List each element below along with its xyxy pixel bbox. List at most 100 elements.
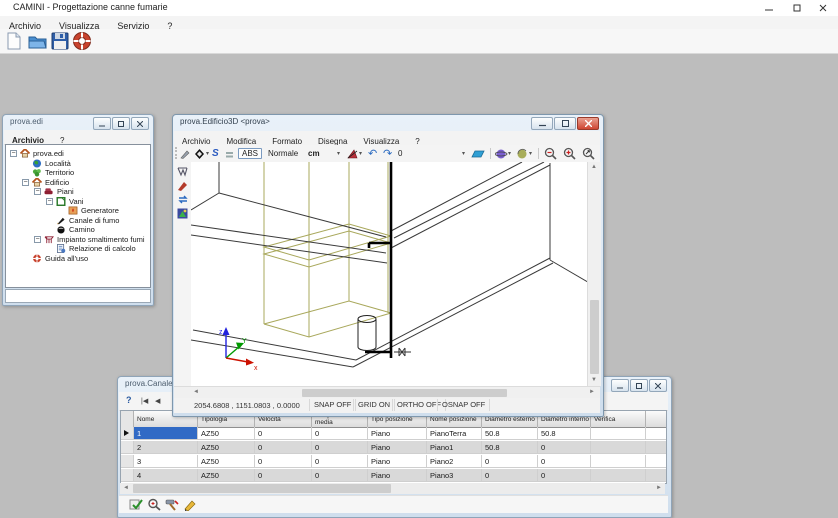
scrollbar-thumb[interactable] xyxy=(590,300,599,374)
cell[interactable]: Piano3 xyxy=(427,469,482,482)
cell[interactable] xyxy=(591,427,646,440)
tree-item-relazione-di-calcolo[interactable]: Relazione di calcolo xyxy=(6,244,150,254)
cell[interactable]: Piano xyxy=(368,427,427,440)
scroll-up-icon[interactable]: ▲ xyxy=(588,162,600,173)
cell[interactable]: 50.8 xyxy=(538,427,591,440)
verify-button[interactable] xyxy=(129,498,143,516)
draw-style-button[interactable] xyxy=(180,147,190,160)
scroll-down-icon[interactable]: ▼ xyxy=(588,375,600,386)
cell[interactable]: AZ50 xyxy=(198,441,255,454)
table-maximize-button[interactable] xyxy=(630,379,648,392)
abs-mode-button[interactable]: ABS xyxy=(238,147,262,160)
zoom-extents-button[interactable] xyxy=(563,147,576,160)
tree-maximize-button[interactable] xyxy=(112,117,130,130)
toolbar-grip[interactable] xyxy=(175,147,178,159)
tree-item-edificio[interactable]: − Edificio xyxy=(6,178,150,188)
edit-button[interactable] xyxy=(183,498,197,516)
tree-close-button[interactable] xyxy=(131,117,149,130)
plane-button[interactable] xyxy=(471,147,485,160)
scroll-left-icon[interactable]: ◄ xyxy=(190,387,202,398)
cell[interactable]: 0 xyxy=(482,455,538,468)
tree-item-guida-alluso[interactable]: Guida all'uso xyxy=(6,254,150,264)
cell[interactable]: 0 xyxy=(312,469,368,482)
help-button[interactable] xyxy=(72,31,92,51)
cell[interactable]: AZ50 xyxy=(198,455,255,468)
cell[interactable]: 50.8 xyxy=(482,441,538,454)
preview-button[interactable] xyxy=(147,498,161,516)
layers-button[interactable] xyxy=(225,147,234,160)
cell[interactable] xyxy=(591,469,646,482)
undo-button[interactable]: ↶ xyxy=(368,147,377,160)
cell[interactable]: 0 xyxy=(538,455,591,468)
save-button[interactable] xyxy=(50,31,70,51)
view3d-vertical-scrollbar[interactable]: ▲ ▼ xyxy=(587,162,601,386)
scrollbar-thumb[interactable] xyxy=(302,389,507,397)
snap-button[interactable]: S xyxy=(212,147,219,160)
cell[interactable]: 0 xyxy=(312,455,368,468)
render-mode-button[interactable]: ▾ xyxy=(516,147,532,160)
tree-item-piani[interactable]: − Piani xyxy=(6,187,150,197)
view3d-minimize-button[interactable] xyxy=(531,117,553,130)
osnap-toggle[interactable]: OSNAP OFF xyxy=(437,399,490,411)
cell[interactable]: AZ50 xyxy=(198,469,255,482)
app-titlebar[interactable]: CAMINI - Progettazione canne fumarie xyxy=(0,0,838,16)
zoom-window-button[interactable] xyxy=(582,147,595,160)
table-help-button[interactable]: ? xyxy=(126,395,132,405)
tree-item-vani[interactable]: − Vani xyxy=(6,197,150,207)
grid-toggle[interactable]: GRID ON xyxy=(353,399,395,411)
first-record-button[interactable]: |◀ xyxy=(141,397,148,405)
cell[interactable]: 0 xyxy=(312,441,368,454)
cell[interactable]: Piano2 xyxy=(427,455,482,468)
cell[interactable]: 0 xyxy=(538,469,591,482)
scroll-right-icon[interactable]: ► xyxy=(586,387,598,398)
cell[interactable]: Piano xyxy=(368,469,427,482)
point-style-button[interactable]: ▾ xyxy=(193,147,209,160)
previous-record-button[interactable]: ◀ xyxy=(155,397,160,405)
row-selector[interactable] xyxy=(121,427,134,440)
table-close-button[interactable] xyxy=(649,379,667,392)
tree-item-impianto-smaltimento-fumi[interactable]: − Impianto smaltimento fumi xyxy=(6,235,150,245)
style-combobox[interactable]: Normale xyxy=(268,147,298,160)
row-selector[interactable] xyxy=(121,455,134,468)
view-orbit-button[interactable]: ▾ xyxy=(495,147,511,160)
scroll-left-icon[interactable]: ◄ xyxy=(120,483,132,494)
angle-dropdown[interactable]: ▾ xyxy=(462,147,465,160)
mesh-tool-button[interactable] xyxy=(176,165,189,178)
expander-icon[interactable]: − xyxy=(10,150,17,157)
row-selector[interactable] xyxy=(121,469,134,482)
cell[interactable]: 50.8 xyxy=(482,427,538,440)
render-tool-button[interactable] xyxy=(176,207,189,220)
expander-icon[interactable]: − xyxy=(34,188,41,195)
tree-item-camino[interactable]: Camino xyxy=(6,225,150,235)
tree-item-localita[interactable]: Località xyxy=(6,159,150,169)
angle-tool-button[interactable]: ▾ xyxy=(346,147,362,160)
row-selector[interactable] xyxy=(121,441,134,454)
expander-icon[interactable]: − xyxy=(22,179,29,186)
expander-icon[interactable]: − xyxy=(34,236,41,243)
tree-item-prova-edi[interactable]: − prova.edi xyxy=(6,149,150,159)
unit-dropdown[interactable]: ▾ xyxy=(337,147,340,160)
zoom-out-button[interactable] xyxy=(544,147,557,160)
open-file-button[interactable] xyxy=(27,31,47,51)
table-minimize-button[interactable] xyxy=(611,379,629,392)
cell[interactable]: Piano xyxy=(368,441,427,454)
cell[interactable] xyxy=(591,455,646,468)
cell[interactable]: 4 xyxy=(134,469,198,482)
cell[interactable]: Piano xyxy=(368,455,427,468)
view3d-titlebar[interactable]: prova.Edificio3D <prova> xyxy=(173,115,603,130)
cell[interactable]: 0 xyxy=(255,441,312,454)
scroll-right-icon[interactable]: ► xyxy=(653,483,665,494)
view3d-close-button[interactable] xyxy=(577,117,599,130)
tree-item-generatore[interactable]: Generatore xyxy=(6,206,150,216)
cell[interactable]: 0 xyxy=(255,469,312,482)
view3d-maximize-button[interactable] xyxy=(554,117,576,130)
tree-item-canale-di-fumo[interactable]: Canale di fumo xyxy=(6,216,150,226)
cell[interactable]: 0 xyxy=(255,427,312,440)
redo-button[interactable]: ↷ xyxy=(383,147,392,160)
cell[interactable]: 1 xyxy=(134,427,198,440)
cell[interactable]: 0 xyxy=(312,427,368,440)
expander-icon[interactable]: − xyxy=(46,198,53,205)
angle-combobox[interactable]: 0 xyxy=(398,147,402,160)
cell[interactable]: Piano1 xyxy=(427,441,482,454)
drawing-canvas[interactable]: z Y x xyxy=(191,162,587,386)
